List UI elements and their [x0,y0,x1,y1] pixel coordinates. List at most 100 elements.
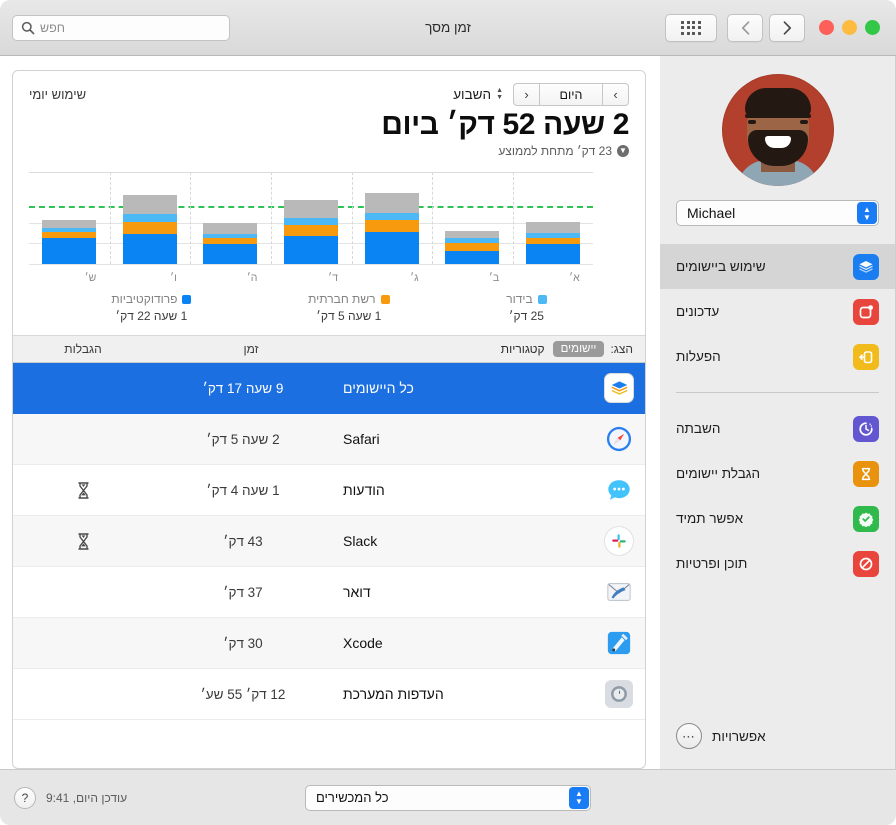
sidebar-item-app-usage[interactable]: שימוש ביישומים [660,244,895,289]
app-name: דואר [343,584,371,600]
legend-value: 1 שעה 5 דק׳ [316,309,382,323]
period-popup[interactable]: ▲ ▼ השבוע [453,87,503,102]
forward-button[interactable] [769,13,805,42]
table-row[interactable]: הודעות 1 שעה 4 דק׳ [13,465,645,516]
bar-col[interactable] [525,172,580,264]
help-button[interactable]: ? [14,786,36,809]
mail-icon [605,578,633,606]
hourglass-icon [77,532,89,550]
app-time: 37 דק׳ [223,584,263,600]
segment-apps[interactable]: יישומים [552,341,605,357]
bar-col[interactable] [364,172,419,264]
screen-time-window: זמן מסך חפש Michael ▲ ▼ שימוש ביישומים ע… [0,0,896,825]
avatar-container [660,56,895,186]
column-header-time[interactable]: זמן [151,342,351,356]
stepper-icon: ▲ ▼ [569,786,589,809]
search-field[interactable]: חפש [12,14,230,41]
usage-label: שימוש יומי [29,87,87,102]
options-label: אפשרויות [712,728,766,744]
sidebar-item-label: תוכן ופרטיות [676,556,748,571]
ellipsis-icon[interactable]: ⋯ [676,723,702,749]
pickups-icon [853,343,879,370]
table-row[interactable]: כל היישומים 9 שעה 17 דק׳ [13,363,645,414]
bar-segment [364,192,419,213]
bar-segment [525,221,580,234]
today-button[interactable]: היום [540,83,602,106]
app-name: כל היישומים [343,380,414,396]
grid-view-button[interactable] [665,13,717,42]
app-name: העדפות המערכת [343,686,444,702]
device-select-popup[interactable]: כל המכשירים ▲ ▼ [305,784,591,811]
app-time: 1 שעה 4 דק׳ [206,482,280,498]
down-arrow-icon: ▼ [617,145,629,157]
sidebar-item-notifications[interactable]: עדכונים [660,289,895,334]
notifications-icon [853,298,879,325]
always-allowed-icon [853,505,879,532]
segment-categories[interactable]: קטגוריות [499,340,547,358]
next-period-button[interactable]: › [602,83,629,106]
bar-segment [445,251,500,264]
summary-section: › היום ‹ ▲ ▼ השבוע שימוש יומי 2 שעה 52 ד… [13,71,645,164]
bottom-bar: עודכן היום, 9:41 ? כל המכשירים ▲ ▼ [0,769,896,825]
bar-segment [284,225,339,236]
table-row[interactable]: Xcode 30 דק׳ [13,618,645,669]
table-row[interactable]: העדפות המערכת 12 דק׳ 55 שע׳ [13,669,645,720]
bar-segment [525,244,580,264]
table-header: הצג: יישומים קטגוריות זמן הגבלות [13,335,645,363]
bar-col[interactable] [203,172,258,264]
table-row[interactable]: Safari 2 שעה 5 דק׳ [13,414,645,465]
previous-period-button[interactable]: ‹ [513,83,540,106]
chevron-left-icon [741,20,749,35]
user-select-popup[interactable]: Michael ▲ ▼ [676,200,879,226]
bar-segment [122,214,177,222]
bar-segment [203,244,258,264]
app-name: Slack [343,533,378,549]
bar-segment [364,220,419,232]
bar-col[interactable] [122,172,177,264]
range-controls: › היום ‹ ▲ ▼ השבוע [453,83,629,106]
sidebar-item-pickups[interactable]: הפעלות [660,334,895,379]
average-note-row: ▼ 23 דק׳ מתחת לממוצע [29,144,629,158]
chevron-right-icon [783,20,791,35]
bar-col[interactable] [284,172,339,264]
show-label: הצג: [610,342,633,356]
legend-label: רשת חברתית [308,292,376,306]
bar-segment [122,233,177,264]
bar-segment [364,212,419,221]
sidebar-list: שימוש ביישומים עדכונים הפעלות השבתה הגבל… [660,244,895,586]
sidebar-item-downtime[interactable]: השבתה [660,406,895,451]
column-header-limits[interactable]: הגבלות [23,342,143,356]
main-content: › היום ‹ ▲ ▼ השבוע שימוש יומי 2 שעה 52 ד… [0,56,660,769]
back-button[interactable] [727,13,763,42]
x-tick: ש׳ [84,272,97,284]
slack-icon [605,527,633,555]
navigation-buttons [727,13,805,42]
bar-col[interactable] [42,172,97,264]
search-icon [21,21,35,34]
usage-card: › היום ‹ ▲ ▼ השבוע שימוש יומי 2 שעה 52 ד… [12,70,646,769]
stack-icon [853,253,879,280]
legend-swatch [537,294,547,304]
bar-col[interactable] [445,172,500,264]
x-tick: ב׳ [488,272,500,284]
legend-item: רשת חברתית 1 שעה 5 דק׳ [308,292,390,323]
sidebar-item-label: עדכונים [676,304,720,319]
user-name: Michael [687,205,736,221]
app-limits-icon [853,460,879,487]
app-time: 43 דק׳ [223,533,263,549]
close-button[interactable] [819,20,834,35]
app-time: 12 דק׳ 55 שע׳ [200,686,286,702]
content-privacy-icon [853,550,879,577]
legend-label: פרודוקטיביות [111,292,178,306]
sidebar-item-content-privacy[interactable]: תוכן ופרטיות [660,541,895,586]
table-row[interactable]: דואר 37 דק׳ [13,567,645,618]
sidebar-item-app-limits[interactable]: הגבלת יישומים [660,451,895,496]
sidebar-item-always-allowed[interactable]: אפשר תמיד [660,496,895,541]
app-time: 30 דק׳ [223,635,263,651]
table-row[interactable]: Slack 43 דק׳ [13,516,645,567]
zoom-button[interactable] [865,20,880,35]
app-name: הודעות [343,482,385,498]
minimize-button[interactable] [842,20,857,35]
bar-segment [284,235,339,264]
app-limit [23,481,143,499]
